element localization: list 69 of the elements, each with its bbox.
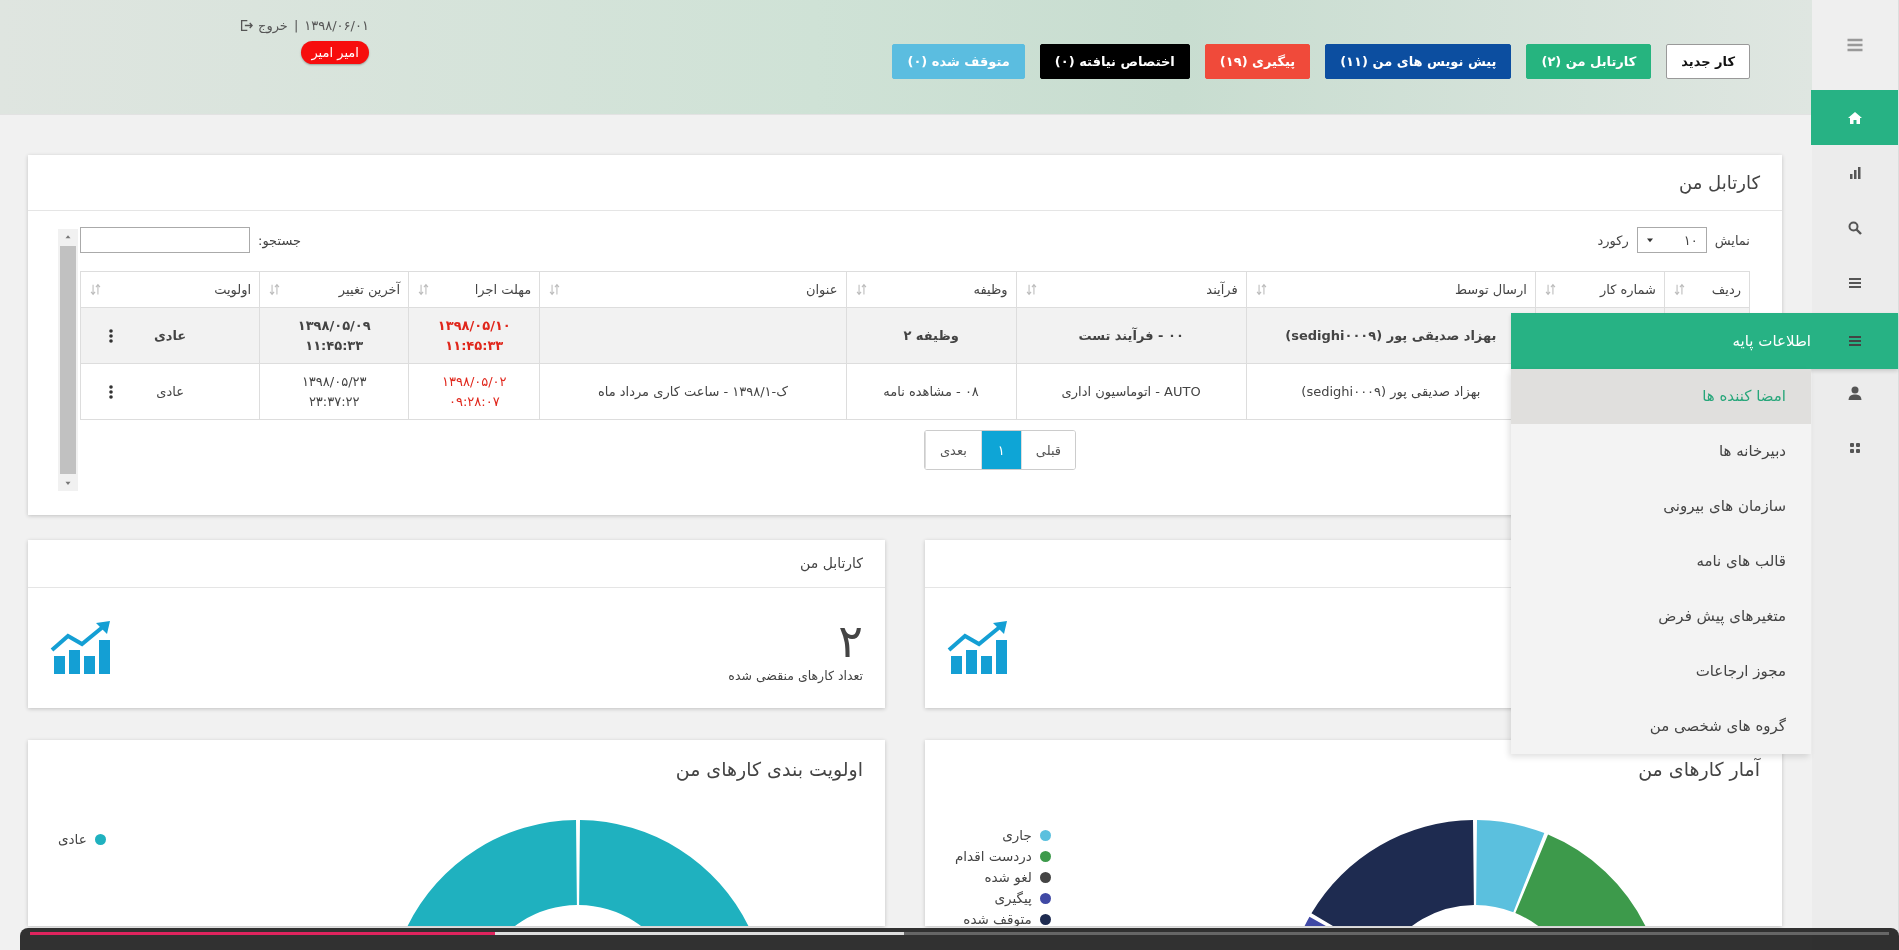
column-header[interactable]: ردیف [1664,271,1750,308]
legend-label[interactable]: دردست اقدام [955,847,1032,866]
column-header[interactable]: اولویت [80,271,260,308]
table-cell: ۱۳۹۸/۰۵/۰۹ ۱۱:۴۵:۳۳ [259,307,409,364]
home-icon [1846,109,1863,126]
header-button[interactable]: پیگیری (۱۹) [1204,44,1311,79]
table-cell: وظیفه ۲ [846,307,1017,364]
list-icon [1846,333,1863,349]
separator-text: | [293,18,299,33]
logout-icon [240,19,253,32]
column-header[interactable]: ارسال توسط [1246,271,1536,308]
sort-icon [89,283,102,296]
legend-label[interactable]: جاری [1002,826,1032,845]
header-button[interactable]: اختصاص نیافته (۰) [1039,44,1190,79]
submenu-item[interactable]: سازمان های بیرونی [1511,479,1811,534]
column-header[interactable]: فرآیند [1016,271,1247,308]
column-header[interactable]: مهلت اجرا [408,271,540,308]
previous-page-button[interactable]: قبلی [1020,431,1076,469]
submenu-item[interactable]: قالب های نامه [1511,534,1811,589]
sort-icon [268,283,282,296]
submenu-item[interactable]: متغیرهای پیش فرض [1511,589,1811,644]
menu-title: اطلاعات پایه [1732,332,1811,350]
card-title: کارتابل من [28,155,1782,211]
column-header[interactable]: آخرین تغییر [259,271,409,308]
user-icon [1846,384,1863,401]
header-button[interactable]: کار جدید [1666,44,1750,79]
show-label: نمایش [1714,232,1750,248]
submenu-item[interactable]: مجوز ارجاعات [1511,644,1811,699]
stat-caption: تعداد کارهای منقضی شده [728,667,863,683]
table-cell: ۱۳۹۸/۰۵/۱۰ ۱۱:۴۵:۳۳ [408,307,540,364]
sort-icon [1672,283,1686,296]
chart-title: اولویت بندی کارهای من [675,758,863,780]
table-cell: ۱۳۹۸/۰۵/۰۲ ۰۹:۲۸:۰۷ [408,363,540,420]
column-header[interactable]: عنوان [539,271,846,308]
video-progress-bar[interactable] [30,932,1889,935]
legend-label[interactable]: پیگیری [994,889,1032,908]
sort-icon [1024,283,1038,296]
stat-value: ۲ [838,613,863,668]
chart-title: آمار کارهای من [1638,758,1760,780]
header-button[interactable]: پیش نویس های من (۱۱) [1325,44,1512,79]
column-header[interactable]: شماره کار [1535,271,1665,308]
table-cell: ک-۱۳۹۸/۱ - ساعت کاری مرداد ماه [539,363,846,420]
logout-link[interactable]: خروج [240,18,288,33]
sort-icon [417,283,431,296]
sort-icon [1254,283,1268,296]
scrollbar[interactable] [58,229,78,491]
sort-icon [854,283,868,296]
table-cell: ۰۰ - فرآیند تست [1016,307,1247,364]
search-label: جستجو: [258,232,302,248]
card-title: کارتابل من [800,555,863,571]
submenu-item[interactable]: دبیرخانه ها [1511,424,1811,479]
sidebar-item[interactable] [1811,90,1898,145]
user-name-badge[interactable]: امیر امیر [301,41,369,64]
legend-label[interactable]: لغو شده [984,868,1032,887]
date-text: ۱۳۹۸/۰۶/۰۱ [304,18,369,33]
records-label: رکورد [1597,232,1629,248]
priority-text: عادی [153,328,187,343]
sort-icon [1543,283,1557,296]
column-header[interactable]: وظیفه [846,271,1017,308]
submenu-item[interactable]: گروه های شخصی من [1511,699,1811,754]
table-cell: AUTO - اتوماسیون اداری [1016,363,1247,420]
search-icon [1846,219,1863,236]
table-cell: ۰۸ - مشاهده نامه [846,363,1017,420]
page-size-select[interactable]: ۱۰ [1636,227,1707,253]
priority-text: عادی [156,384,184,399]
table-cell: ۱۳۹۸/۰۵/۲۳ ۲۳:۳۷:۲۲ [259,363,409,420]
search-field[interactable] [80,227,250,253]
legend-label[interactable]: عادی [58,830,87,849]
sort-icon [548,283,562,296]
